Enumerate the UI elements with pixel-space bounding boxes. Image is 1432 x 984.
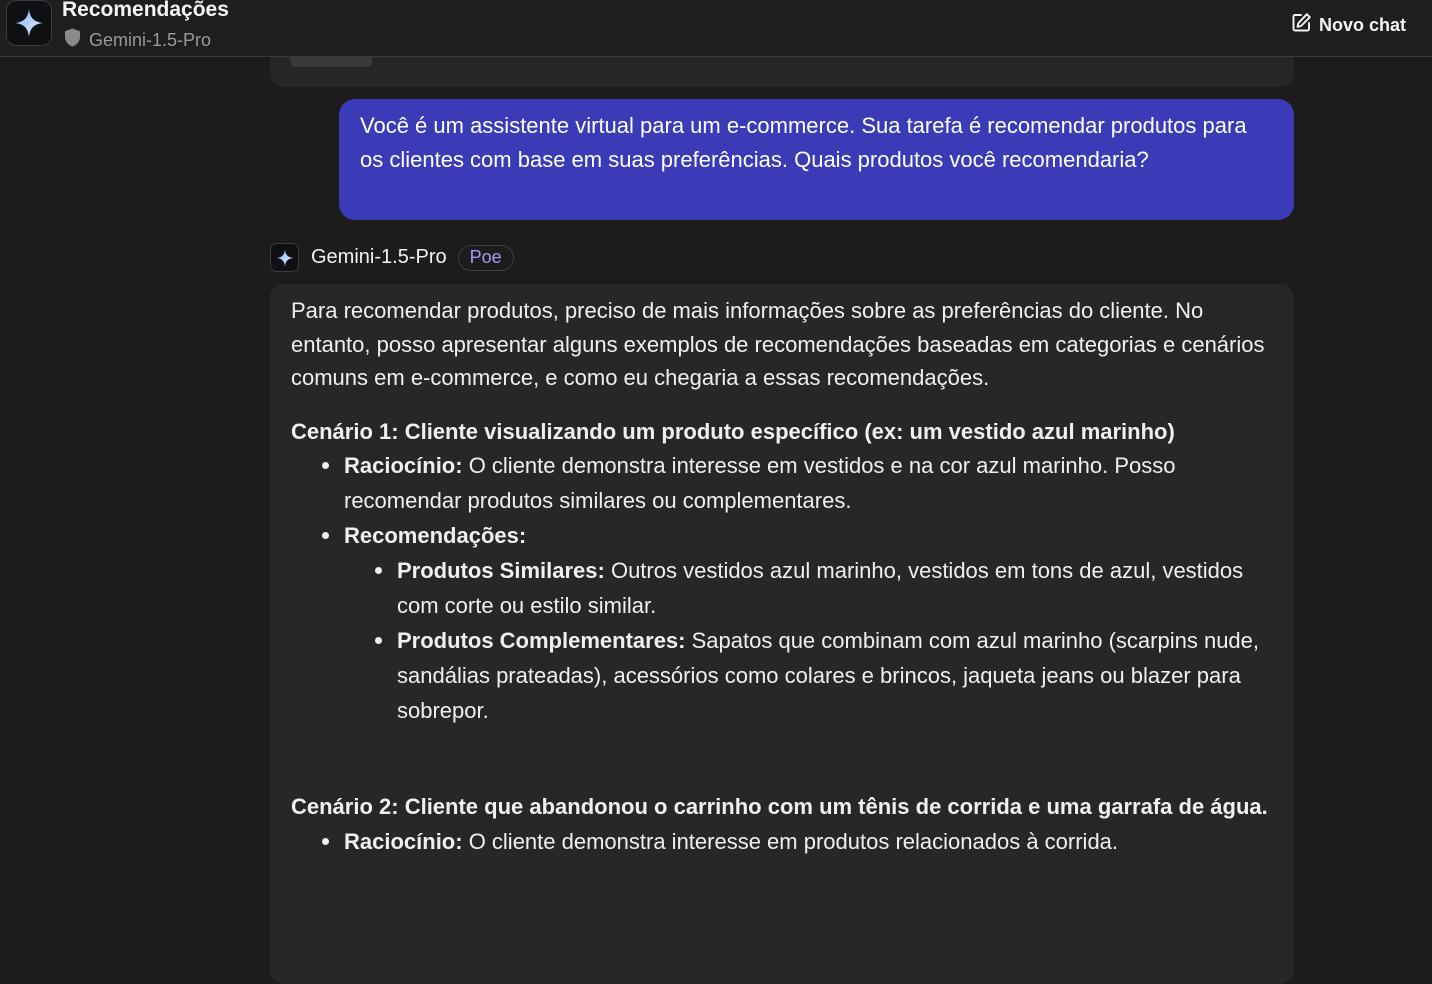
scenario-2-heading: Cenário 2: Cliente que abandonou o carri… [291, 794, 1268, 819]
edit-icon [1291, 12, 1312, 38]
list-item: Produtos Complementares: Sapatos que com… [344, 623, 1274, 728]
model-subtitle[interactable]: Gemini-1.5-Pro [64, 28, 211, 52]
list-item: Recomendações: Produtos Similares: Outro… [291, 518, 1274, 728]
scenario-1-heading: Cenário 1: Cliente visualizando um produ… [291, 418, 1175, 444]
complementary-label: Produtos Complementares: [397, 628, 686, 653]
reasoning-text: O cliente demonstra interesse em vestido… [344, 453, 1176, 513]
list-item: Raciocínio: O cliente demonstra interess… [291, 448, 1274, 518]
recommendations-sublist: Produtos Similares: Outros vestidos azul… [344, 553, 1274, 728]
top-bar: Recomendações Gemini-1.5-Pro Novo chat [0, 0, 1432, 57]
gemini-logo-icon [6, 0, 52, 46]
reasoning-label: Raciocínio: [344, 828, 463, 854]
shield-icon [64, 28, 81, 52]
new-chat-button[interactable]: Novo chat [1291, 12, 1406, 38]
scenario-2-list: Raciocínio: O cliente demonstra interess… [291, 824, 1274, 859]
bot-response-card: Para recomendar produtos, preciso de mai… [270, 284, 1294, 984]
response-intro: Para recomendar produtos, preciso de mai… [291, 298, 1265, 390]
bot-avatar-icon[interactable] [270, 243, 299, 272]
list-item: Raciocínio: O cliente demonstra interess… [291, 824, 1274, 859]
user-message: Você é um assistente virtual para um e-c… [339, 99, 1294, 220]
similar-label: Produtos Similares: [397, 558, 605, 583]
bot-header: Gemini-1.5-Pro Poe [270, 243, 514, 272]
chat-title: Recomendações [62, 0, 229, 21]
bot-name[interactable]: Gemini-1.5-Pro [311, 246, 447, 269]
recommendations-label: Recomendações: [344, 523, 527, 548]
new-chat-label: Novo chat [1318, 14, 1406, 35]
reasoning-text: O cliente demonstra interesse em produto… [462, 828, 1119, 854]
scenario-1-list: Raciocínio: O cliente demonstra interess… [291, 448, 1274, 728]
list-item: Produtos Similares: Outros vestidos azul… [344, 553, 1274, 623]
reasoning-label: Raciocínio: [344, 453, 463, 478]
poe-badge: Poe [457, 244, 514, 271]
model-name: Gemini-1.5-Pro [89, 29, 212, 50]
